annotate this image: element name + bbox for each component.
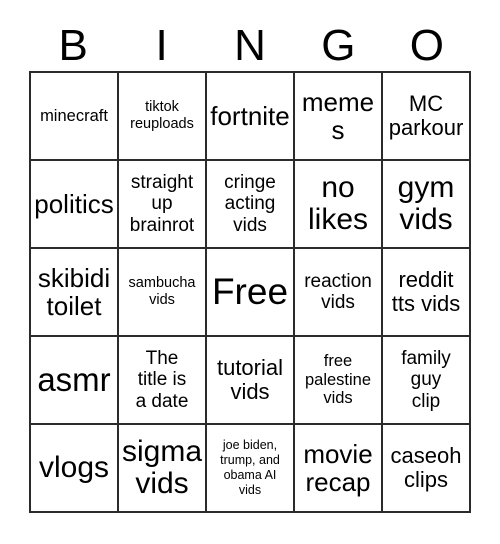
bingo-cell-label: family guy clip [401, 348, 451, 412]
bingo-cell-label: joe biden, trump, and obama AI vids [220, 437, 280, 498]
bingo-cell-r2c2[interactable]: straight up brainrot [119, 161, 207, 249]
bingo-card: B I N G O minecraft tiktok reuploads for… [0, 0, 500, 544]
bingo-cell-label: memes [301, 86, 375, 145]
bingo-cell-r2c4[interactable]: no likes [295, 161, 383, 249]
bingo-cell-r1c4[interactable]: memes [295, 73, 383, 161]
bingo-cell-label: fortnite [210, 100, 290, 131]
bingo-cell-r5c1[interactable]: vlogs [31, 425, 119, 513]
bingo-cell-label: movie recap [303, 438, 373, 497]
bingo-cell-r5c2[interactable]: sigma vids [119, 425, 207, 513]
bingo-cell-label: tiktok reuploads [130, 98, 194, 132]
bingo-cell-label: gym vids [397, 171, 455, 236]
bingo-cell-label: politics [34, 188, 114, 219]
bingo-cell-r5c5[interactable]: caseoh clips [383, 425, 471, 513]
bingo-cell-label: The title is a date [135, 348, 189, 412]
bingo-cell-r1c1[interactable]: minecraft [31, 73, 119, 161]
bingo-grid: minecraft tiktok reuploads fortnite meme… [29, 71, 471, 513]
bingo-cell-r3c1[interactable]: skibidi toilet [31, 249, 119, 337]
bingo-cell-label: sambucha vids [128, 274, 196, 308]
header-letter-n: N [234, 21, 266, 70]
bingo-cell-label: no likes [307, 171, 368, 236]
bingo-cell-r4c2[interactable]: The title is a date [119, 337, 207, 425]
bingo-cell-r2c3[interactable]: cringe acting vids [207, 161, 295, 249]
bingo-cell-r1c3[interactable]: fortnite [207, 73, 295, 161]
bingo-cell-free[interactable]: Free [207, 249, 295, 337]
bingo-header: B I N G O [29, 12, 471, 70]
bingo-cell-label: cringe acting vids [224, 172, 276, 236]
bingo-cell-label: sigma vids [121, 435, 203, 500]
bingo-cell-label: minecraft [40, 106, 108, 125]
bingo-cell-label: skibidi toilet [37, 262, 111, 321]
bingo-cell-label: caseoh clips [390, 442, 462, 492]
bingo-cell-r4c1[interactable]: asmr [31, 337, 119, 425]
bingo-cell-label: vlogs [38, 451, 110, 485]
bingo-cell-label: MC parkour [388, 90, 464, 140]
bingo-cell-r5c4[interactable]: movie recap [295, 425, 383, 513]
bingo-cell-label: free palestine vids [304, 351, 372, 408]
bingo-cell-r4c5[interactable]: family guy clip [383, 337, 471, 425]
bingo-cell-label: asmr [37, 360, 111, 398]
bingo-cell-label: reaction vids [304, 270, 372, 313]
bingo-cell-r1c5[interactable]: MC parkour [383, 73, 471, 161]
bingo-cell-label: tutorial vids [216, 354, 284, 404]
bingo-cell-r4c4[interactable]: free palestine vids [295, 337, 383, 425]
bingo-cell-label: straight up brainrot [129, 172, 195, 236]
bingo-cell-r3c2[interactable]: sambucha vids [119, 249, 207, 337]
free-space-label: Free [211, 271, 289, 313]
bingo-cell-r4c3[interactable]: tutorial vids [207, 337, 295, 425]
header-letter-o: O [409, 21, 444, 70]
bingo-cell-r2c1[interactable]: politics [31, 161, 119, 249]
bingo-cell-r2c5[interactable]: gym vids [383, 161, 471, 249]
bingo-cell-label: reddit tts vids [391, 266, 461, 316]
header-letter-i: I [155, 21, 168, 70]
bingo-cell-r1c2[interactable]: tiktok reuploads [119, 73, 207, 161]
header-letter-b: B [58, 21, 88, 70]
header-letter-g: G [321, 21, 356, 70]
bingo-cell-r3c5[interactable]: reddit tts vids [383, 249, 471, 337]
bingo-cell-r3c4[interactable]: reaction vids [295, 249, 383, 337]
bingo-cell-r5c3[interactable]: joe biden, trump, and obama AI vids [207, 425, 295, 513]
